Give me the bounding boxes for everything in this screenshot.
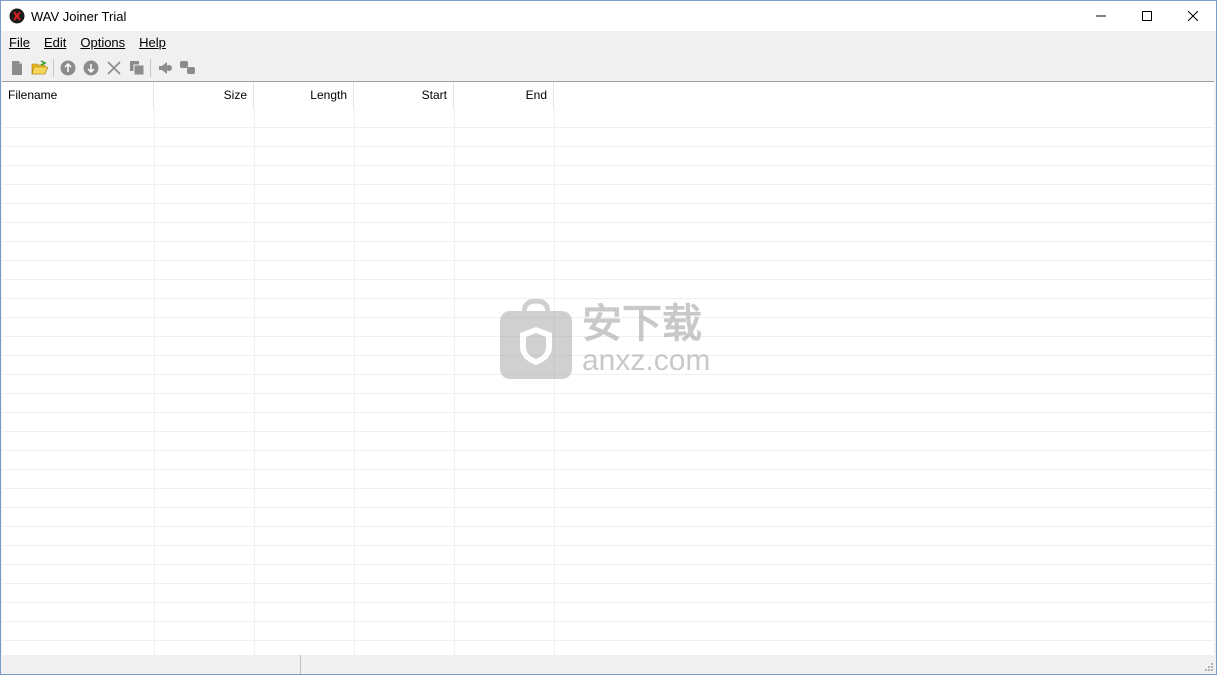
join-button[interactable] bbox=[176, 57, 199, 79]
watermark: 安下载 anxz.com bbox=[500, 297, 715, 381]
play-button[interactable] bbox=[153, 57, 176, 79]
window-title: WAV Joiner Trial bbox=[31, 8, 127, 24]
table-row[interactable] bbox=[2, 261, 1214, 280]
open-folder-icon bbox=[31, 60, 48, 75]
table-row[interactable] bbox=[2, 242, 1214, 261]
table-row[interactable] bbox=[2, 147, 1214, 166]
move-up-button[interactable] bbox=[56, 57, 79, 79]
shield-bag-icon bbox=[500, 299, 572, 379]
app-window: WAV Joiner Trial File Edit Options Help bbox=[0, 0, 1217, 675]
toolbar-separator bbox=[150, 59, 151, 77]
table-row[interactable] bbox=[2, 565, 1214, 584]
column-header-length[interactable]: Length bbox=[254, 82, 354, 109]
table-row[interactable] bbox=[2, 489, 1214, 508]
table-row[interactable] bbox=[2, 166, 1214, 185]
move-down-icon bbox=[83, 60, 98, 76]
menu-bar: File Edit Options Help bbox=[1, 31, 1216, 55]
menu-help[interactable]: Help bbox=[132, 33, 173, 53]
status-panel-1 bbox=[1, 655, 301, 674]
window-controls bbox=[1078, 1, 1216, 31]
watermark-en: anxz.com bbox=[582, 344, 711, 377]
table-row[interactable] bbox=[2, 603, 1214, 622]
column-header-start[interactable]: Start bbox=[354, 82, 454, 109]
table-row[interactable] bbox=[2, 584, 1214, 603]
menu-options-label: Options bbox=[80, 35, 126, 50]
column-header-end[interactable]: End bbox=[454, 82, 554, 109]
table-row[interactable] bbox=[2, 413, 1214, 432]
minimize-button[interactable] bbox=[1078, 1, 1124, 31]
column-header-filename[interactable]: Filename bbox=[2, 82, 154, 109]
table-row[interactable] bbox=[2, 546, 1214, 565]
copy-icon bbox=[129, 61, 144, 76]
table-row[interactable] bbox=[2, 527, 1214, 546]
table-row[interactable] bbox=[2, 394, 1214, 413]
table-row[interactable] bbox=[2, 432, 1214, 451]
watermark-cn: 安下载 bbox=[582, 301, 702, 347]
column-gridline bbox=[454, 109, 455, 655]
resize-grip-icon[interactable] bbox=[1204, 662, 1214, 672]
table-row[interactable] bbox=[2, 185, 1214, 204]
close-icon bbox=[1188, 11, 1198, 21]
move-up-icon bbox=[60, 60, 75, 76]
new-file-icon bbox=[11, 61, 22, 75]
menu-edit-label: Edit bbox=[43, 35, 67, 50]
menu-options[interactable]: Options bbox=[73, 33, 132, 53]
close-button[interactable] bbox=[1170, 1, 1216, 31]
table-row[interactable] bbox=[2, 204, 1214, 223]
column-header-size[interactable]: Size bbox=[154, 82, 254, 109]
play-icon bbox=[158, 62, 172, 74]
menu-file-label: File bbox=[9, 35, 30, 50]
table-row[interactable] bbox=[2, 470, 1214, 489]
toolbar bbox=[1, 55, 1216, 81]
table-row[interactable] bbox=[2, 508, 1214, 527]
delete-button[interactable] bbox=[102, 57, 125, 79]
column-gridline bbox=[354, 109, 355, 655]
maximize-button[interactable] bbox=[1124, 1, 1170, 31]
status-bar bbox=[1, 655, 1216, 674]
table-row[interactable] bbox=[2, 223, 1214, 242]
column-gridline bbox=[554, 109, 555, 655]
open-button[interactable] bbox=[28, 57, 51, 79]
menu-edit[interactable]: Edit bbox=[37, 33, 73, 53]
menu-file[interactable]: File bbox=[2, 33, 37, 53]
join-icon bbox=[179, 61, 195, 74]
column-gridline bbox=[254, 109, 255, 655]
maximize-icon bbox=[1142, 11, 1152, 21]
watermark-text: 安下载 anxz.com bbox=[582, 302, 710, 376]
move-down-button[interactable] bbox=[79, 57, 102, 79]
new-button[interactable] bbox=[5, 57, 28, 79]
toolbar-separator bbox=[53, 59, 54, 77]
table-row[interactable] bbox=[2, 451, 1214, 470]
menu-help-label: Help bbox=[139, 35, 166, 50]
table-row[interactable] bbox=[2, 109, 1214, 128]
table-row[interactable] bbox=[2, 128, 1214, 147]
minimize-icon bbox=[1096, 15, 1106, 17]
list-header: Filename Size Length Start End bbox=[2, 82, 1214, 109]
column-gridline bbox=[154, 109, 155, 655]
delete-icon bbox=[106, 61, 121, 75]
title-bar[interactable]: WAV Joiner Trial bbox=[1, 1, 1216, 31]
app-icon bbox=[9, 8, 25, 24]
table-row[interactable] bbox=[2, 622, 1214, 641]
copy-button[interactable] bbox=[125, 57, 148, 79]
